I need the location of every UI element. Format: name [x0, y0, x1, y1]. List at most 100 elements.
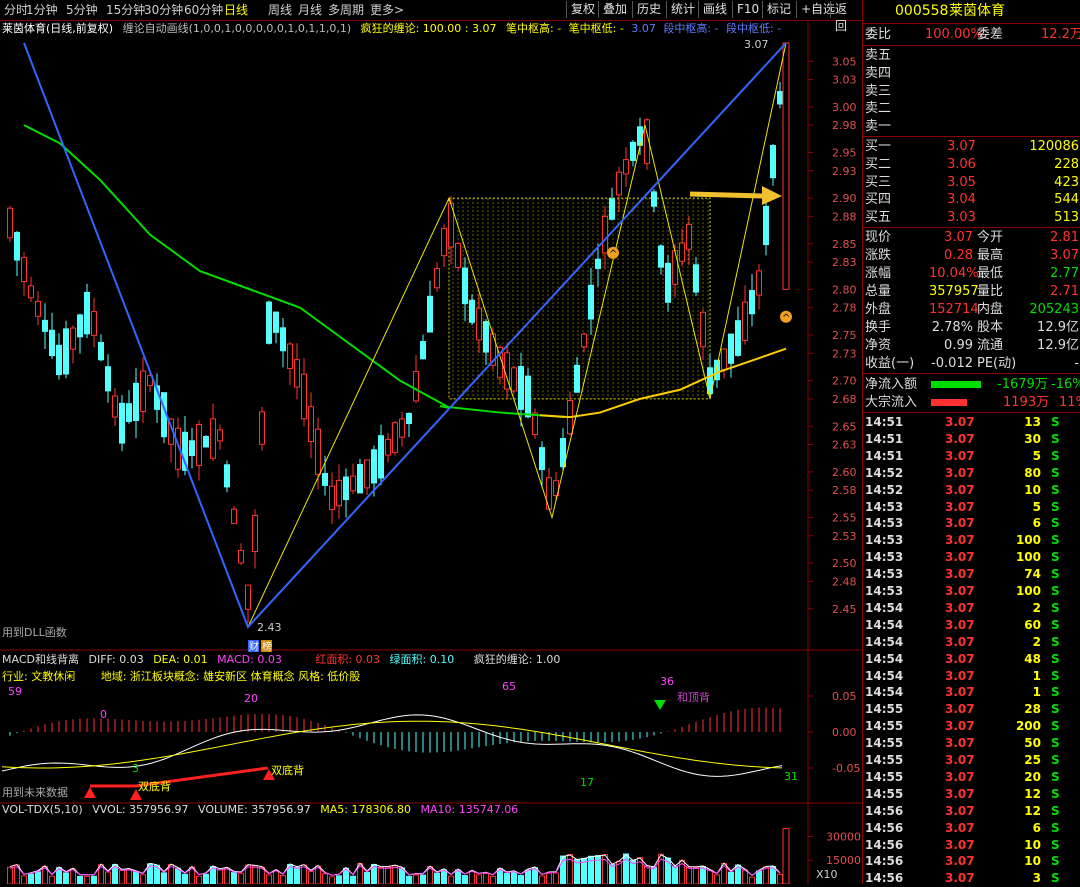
candle-body — [343, 476, 349, 501]
tick-price: 3.07 — [945, 685, 975, 700]
period-tab[interactable]: 周线 — [268, 2, 292, 18]
macd-count: 31 — [784, 770, 798, 783]
candle-body — [210, 418, 216, 459]
period-tab[interactable]: 日线 — [224, 2, 248, 18]
candle-body — [280, 327, 286, 352]
stat-label: 收益(一) — [865, 356, 915, 371]
stat-row: 总量 357957 量比 2.71 — [865, 283, 1079, 300]
tick-side: S — [1051, 533, 1060, 548]
candle-body — [686, 223, 692, 250]
candle-body — [700, 311, 706, 348]
candle-body — [63, 328, 69, 375]
tick-price: 3.07 — [945, 448, 975, 463]
candle-body — [581, 333, 587, 348]
macd-name[interactable]: MACD和线背离 — [2, 653, 79, 666]
candle-body — [357, 464, 363, 494]
stat-label: 总量 — [865, 284, 892, 299]
tick-row: 14:54 3.07 60 S — [865, 617, 1079, 634]
bid-row[interactable]: 买五 3.03 513 — [865, 209, 1079, 226]
candle-body — [441, 228, 447, 257]
candle-body — [658, 245, 664, 268]
price-label: 2.70 — [832, 375, 857, 388]
tick-side: S — [1051, 431, 1060, 446]
tick-time: 14:56 — [865, 803, 904, 818]
bid-row[interactable]: 买二 3.06 228 — [865, 156, 1079, 173]
period-tab[interactable]: 1分钟 — [26, 2, 58, 18]
candle-body — [770, 145, 776, 179]
badge-bang[interactable]: 榜 — [262, 640, 272, 653]
period-tab[interactable]: 更多> — [370, 2, 404, 18]
volume-bar — [469, 870, 475, 884]
tick-row: 14:53 3.07 74 S — [865, 566, 1079, 583]
double-bottom-label: 双底背 — [271, 763, 304, 777]
stat-row: 换手 2.78% 股本 12.9亿 — [865, 319, 1079, 336]
tick-time: 14:55 — [865, 753, 904, 767]
tick-row: 14:52 3.07 10 S — [865, 482, 1079, 499]
tick-side: S — [1051, 871, 1060, 886]
tick-side: S — [1051, 702, 1060, 717]
candle-body — [420, 341, 426, 360]
stat-value: 10.04% — [929, 266, 979, 281]
tick-row: 14:55 3.07 12 S — [865, 786, 1079, 803]
volume-name[interactable]: VOL-TDX(5,10) — [2, 803, 83, 816]
tool-button[interactable]: 画线 — [698, 1, 731, 18]
price-label: 2.63 — [832, 439, 857, 452]
stat-label: 净资 — [865, 338, 892, 353]
badge-cai[interactable]: 财 — [249, 640, 259, 653]
tool-button[interactable]: F10 — [732, 1, 763, 18]
price-label: 2.93 — [832, 165, 857, 178]
divergence-line — [90, 766, 269, 788]
target-arrow — [689, 186, 782, 205]
tool-button[interactable]: 标记 — [762, 1, 795, 18]
tick-time: 14:56 — [865, 820, 904, 835]
tick-time: 14:54 — [865, 668, 904, 683]
tick-time: 14:54 — [865, 617, 904, 632]
tick-volume: 60 — [1024, 617, 1041, 632]
bid-row[interactable]: 买三 3.05 423 — [865, 174, 1079, 191]
high-price-label: 3.07 — [744, 38, 769, 51]
period-tab[interactable]: 30分钟 — [144, 2, 183, 18]
candle-body — [119, 402, 125, 444]
tick-side: S — [1051, 584, 1060, 598]
ask-row: 卖四 — [865, 65, 1079, 82]
stat-label: 流通 — [977, 338, 1004, 353]
tool-button[interactable]: 叠加 — [598, 1, 631, 18]
tick-time: 14:51 — [865, 415, 904, 429]
price-label: 3.03 — [832, 74, 857, 87]
candle-body — [525, 375, 531, 418]
period-tab[interactable]: 月线 — [298, 2, 322, 18]
tool-button[interactable]: 统计 — [666, 1, 699, 18]
tick-row: 14:53 3.07 5 S — [865, 499, 1079, 516]
candle-body — [217, 429, 223, 442]
candle-body — [392, 422, 398, 454]
price-label: 2.98 — [832, 119, 857, 132]
tick-volume: 2 — [1032, 634, 1041, 649]
period-tab[interactable]: 15分钟 — [106, 2, 145, 18]
period-tab[interactable]: 多周期 — [328, 2, 364, 18]
period-tab[interactable]: 60分钟 — [184, 2, 223, 18]
top-divergence-label: 和顶背 — [677, 690, 710, 704]
tool-button[interactable]: 历史 — [632, 1, 665, 18]
price-label: 2.83 — [832, 256, 857, 269]
period-tab[interactable]: 5分钟 — [66, 2, 98, 18]
bid-row[interactable]: 买一 3.07 120086 — [865, 138, 1079, 155]
candle-body — [70, 327, 76, 350]
period-tab[interactable]: 分时 — [4, 2, 28, 18]
industry: 行业: 文教休闲 — [2, 670, 76, 683]
tick-volume: 1 — [1032, 668, 1041, 683]
candle-body — [763, 205, 769, 246]
candle-body — [56, 344, 62, 376]
price-label: 2.78 — [832, 302, 857, 315]
tool-button[interactable]: 复权 — [566, 1, 599, 18]
tick-row: 14:55 3.07 28 S — [865, 701, 1079, 718]
bid-row[interactable]: 买四 3.04 544 — [865, 191, 1079, 208]
tick-row: 14:53 3.07 6 S — [865, 515, 1079, 532]
candle-body — [133, 382, 139, 421]
candle-body — [539, 447, 545, 471]
macd-count: 36 — [660, 675, 674, 688]
tool-button[interactable]: 返回 — [830, 1, 862, 33]
chart-canvas[interactable]: 3.05 3.03 3.00 2.98 2.95 2.93 2.90 2.88 2.85 2.83… — [0, 20, 862, 884]
tick-volume: 10 — [1024, 482, 1041, 497]
tick-row: 14:54 3.07 48 S — [865, 651, 1079, 668]
stat-value: 2.78% — [931, 320, 973, 335]
